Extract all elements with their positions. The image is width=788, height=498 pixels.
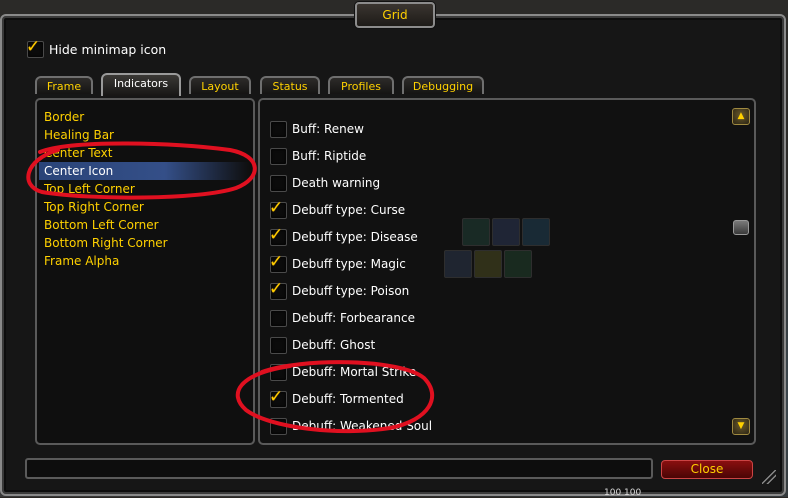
checkmark-icon: ✓ [26, 37, 41, 57]
option-checkbox[interactable] [270, 175, 287, 192]
tab-layout[interactable]: Layout [189, 76, 251, 94]
tab-debugging[interactable]: Debugging [402, 76, 484, 94]
grid-options-window: ✓ Hide minimap icon Frame Indicators Lay… [0, 14, 786, 496]
option-label: Debuff: Weakened Soul [292, 419, 433, 433]
option-label: Debuff type: Poison [292, 284, 410, 298]
list-item[interactable]: Healing Bar [44, 126, 114, 144]
option-checkbox[interactable] [270, 148, 287, 165]
option-label: Debuff: Ghost [292, 338, 376, 352]
status-options-panel: Buff: Renew Buff: Riptide Death warning … [258, 98, 756, 445]
option-checkbox[interactable] [270, 337, 287, 354]
list-item[interactable]: Bottom Right Corner [44, 234, 168, 252]
checkmark-icon: ✓ [269, 387, 284, 407]
checkmark-icon: ✓ [269, 198, 284, 218]
option-label: Debuff: Mortal Strike [292, 365, 417, 379]
option-label: Debuff type: Magic [292, 257, 406, 271]
option-label: Buff: Renew [292, 122, 364, 136]
hide-minimap-checkbox[interactable]: ✓ [26, 37, 44, 58]
option-checkbox[interactable] [270, 310, 287, 327]
tab-indicators[interactable]: Indicators [101, 73, 181, 96]
indicator-list: Border Healing Bar Center Text Center Ic… [35, 98, 255, 445]
close-button[interactable]: Close [661, 460, 753, 479]
list-item[interactable]: Bottom Left Corner [44, 216, 159, 234]
list-item[interactable]: Frame Alpha [44, 252, 119, 270]
option-checkbox[interactable]: ✓ [269, 198, 287, 219]
option-label: Buff: Riptide [292, 149, 367, 163]
option-checkbox[interactable]: ✓ [269, 225, 287, 246]
list-item-selected[interactable]: Center Icon [39, 162, 249, 180]
list-item[interactable]: Top Left Corner [44, 180, 135, 198]
option-label: Debuff type: Disease [292, 230, 418, 244]
tab-profiles[interactable]: Profiles [328, 76, 394, 94]
option-checkbox[interactable] [270, 364, 287, 381]
scroll-thumb[interactable] [733, 220, 749, 235]
faded-aura-icons [444, 218, 552, 290]
scroll-down-button[interactable]: ▼ [732, 418, 750, 435]
option-label: Debuff: Tormented [292, 392, 404, 406]
hide-minimap-label: Hide minimap icon [49, 42, 167, 57]
arrow-up-icon: ▲ [737, 111, 745, 121]
status-bar [25, 458, 653, 479]
window-title[interactable]: Grid [355, 2, 435, 28]
tab-status[interactable]: Status [260, 76, 320, 94]
options-scrollbar[interactable]: ▲ ▼ [732, 108, 750, 435]
scroll-up-button[interactable]: ▲ [732, 108, 750, 125]
option-label: Debuff type: Curse [292, 203, 406, 217]
tab-frame[interactable]: Frame [35, 76, 93, 94]
option-checkbox[interactable] [270, 121, 287, 138]
checkmark-icon: ✓ [269, 252, 284, 272]
option-label: Debuff: Forbearance [292, 311, 415, 325]
option-checkbox[interactable]: ✓ [269, 279, 287, 300]
option-label: Death warning [292, 176, 381, 190]
option-checkbox[interactable]: ✓ [269, 252, 287, 273]
option-checkbox[interactable] [270, 418, 287, 435]
option-checkbox[interactable]: ✓ [269, 387, 287, 408]
list-item[interactable]: Top Right Corner [44, 198, 144, 216]
checkmark-icon: ✓ [269, 225, 284, 245]
checkmark-icon: ✓ [269, 279, 284, 299]
list-item[interactable]: Center Text [44, 144, 112, 162]
list-item[interactable]: Border [44, 108, 84, 126]
arrow-down-icon: ▼ [737, 421, 745, 431]
resize-grip-icon[interactable] [762, 470, 776, 484]
